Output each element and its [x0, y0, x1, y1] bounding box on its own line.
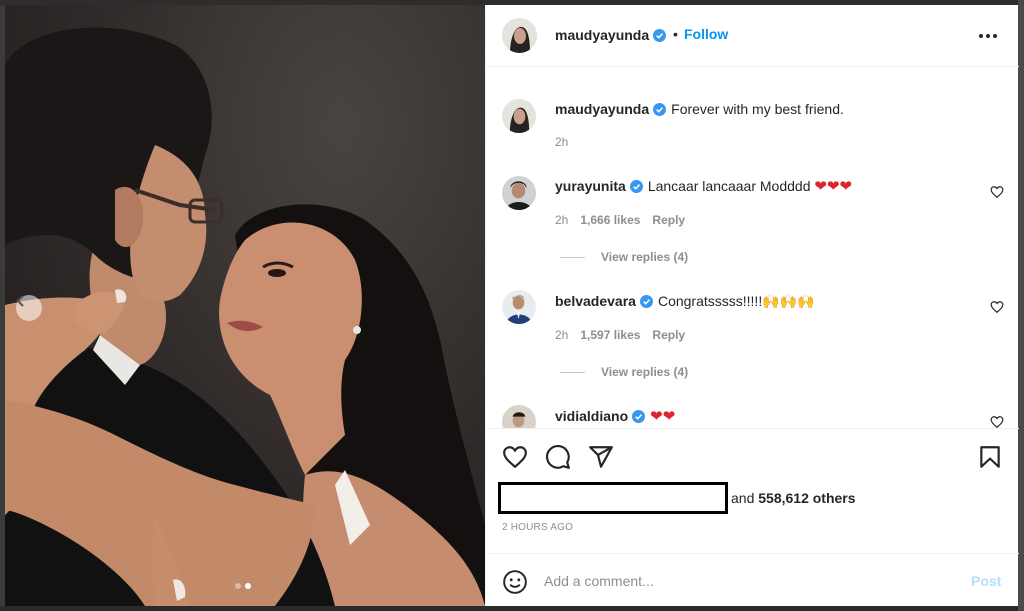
comment-username[interactable]: vidialdiano — [555, 408, 628, 424]
comment-like-heart-icon[interactable] — [990, 300, 1004, 314]
comment-avatar[interactable] — [502, 176, 536, 210]
comment-time: 2h — [555, 328, 569, 342]
heart-outline-icon[interactable] — [502, 444, 528, 470]
smiley-icon[interactable] — [502, 569, 528, 595]
liked-by-redacted-box — [498, 482, 728, 514]
likes-count[interactable]: 558,612 others — [758, 490, 855, 506]
verified-badge-icon — [653, 103, 667, 116]
carousel-dots — [235, 583, 251, 589]
comment-reply-button[interactable]: Reply — [652, 328, 685, 342]
author-username-text[interactable]: maudyayunda — [555, 27, 649, 43]
view-replies-label[interactable]: View replies (4) — [601, 250, 688, 264]
photo-illustration — [5, 27, 485, 606]
comment-reply-button[interactable]: Reply — [652, 213, 685, 227]
comment-emojis: 🙌🙌🙌 — [762, 293, 815, 309]
three-dots-icon[interactable] — [975, 27, 1001, 45]
follow-button[interactable]: Follow — [684, 26, 728, 42]
comment-likes[interactable]: 1,597 likes — [580, 328, 640, 342]
caption-avatar[interactable] — [502, 99, 536, 133]
post-comment-button[interactable]: Post — [971, 573, 1001, 589]
comment: belvadevara Congratsssss!!!!!🙌🙌🙌 — [555, 292, 815, 310]
comment-like-heart-icon[interactable] — [990, 415, 1004, 428]
caption-time-text: 2h — [555, 135, 569, 149]
comment-avatar[interactable] — [502, 405, 536, 428]
comments-list[interactable]: maudyayunda Forever with my best friend. … — [486, 68, 1019, 428]
view-replies-label[interactable]: View replies (4) — [601, 365, 688, 379]
add-comment-bar: Post — [486, 553, 1019, 606]
post-photo — [5, 5, 485, 606]
post-timestamp: 2 HOURS AGO — [502, 522, 574, 533]
replies-divider-line — [560, 257, 585, 259]
carousel-prev-button[interactable] — [16, 295, 42, 321]
paper-plane-icon[interactable] — [588, 444, 614, 470]
chevron-left-icon — [16, 295, 24, 307]
comment-emojis: ❤❤ — [650, 408, 676, 425]
view-replies-button[interactable]: View replies (4) — [560, 365, 688, 379]
comment: yurayunita Lancaar lancaaar Modddd ❤❤❤ — [555, 177, 852, 196]
verified-badge-icon — [639, 295, 653, 308]
likes-and-label: and — [731, 490, 755, 506]
caption-time: 2h — [555, 135, 568, 149]
comment: vidialdiano ❤❤ — [555, 407, 675, 426]
carousel-dot-active[interactable] — [245, 583, 251, 589]
speech-bubble-icon[interactable] — [545, 444, 571, 470]
comment-text: Lancaar lancaaar Modddd — [647, 178, 811, 194]
comment-meta: 2h 1,597 likes Reply — [555, 328, 685, 342]
caption-username[interactable]: maudyayunda — [555, 101, 649, 117]
author-avatar[interactable] — [502, 18, 537, 53]
verified-badge-icon — [629, 180, 643, 193]
author-username[interactable]: maudyayunda — [555, 27, 667, 43]
carousel-dot[interactable] — [235, 583, 241, 589]
comment-username[interactable]: yurayunita — [555, 178, 626, 194]
backdrop-bottom — [0, 606, 1024, 611]
verified-badge-icon — [632, 410, 646, 423]
comment-time: 2h — [555, 213, 569, 227]
view-replies-button[interactable]: View replies (4) — [560, 250, 688, 264]
post-actions: and 558,612 others 2 HOURS AGO — [486, 428, 1019, 538]
separator-dot: • — [673, 26, 678, 42]
add-comment-input[interactable] — [544, 568, 944, 594]
post-header: maudyayunda • Follow — [486, 5, 1019, 67]
post-details-panel: maudyayunda • Follow maudyayunda Forever … — [485, 5, 1019, 606]
comment-like-heart-icon[interactable] — [990, 185, 1004, 199]
comment-likes[interactable]: 1,666 likes — [580, 213, 640, 227]
verified-badge-icon — [653, 29, 667, 42]
comment-username[interactable]: belvadevara — [555, 293, 636, 309]
bookmark-icon[interactable] — [977, 444, 1003, 470]
comment-text: Congratsssss!!!!! — [657, 293, 763, 309]
comment-meta: 2h 1,666 likes Reply — [555, 213, 685, 227]
replies-divider-line — [560, 372, 585, 374]
caption: maudyayunda Forever with my best friend. — [555, 100, 844, 118]
comment-emojis: ❤❤❤ — [814, 178, 853, 195]
comment-avatar[interactable] — [502, 290, 536, 324]
likes-summary[interactable]: and 558,612 others — [731, 490, 856, 506]
caption-text: Forever with my best friend. — [671, 101, 844, 117]
